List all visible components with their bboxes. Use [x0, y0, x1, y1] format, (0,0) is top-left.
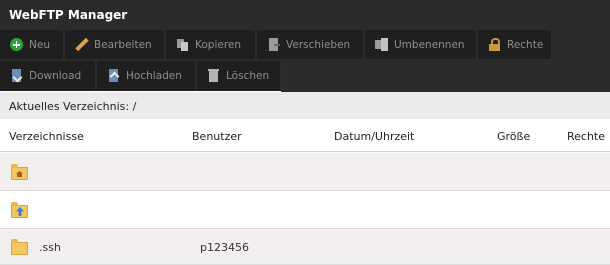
move-button-label: Verschieben — [286, 38, 351, 51]
download-button-label: Download — [29, 69, 82, 82]
new-button[interactable]: Neu — [0, 30, 64, 59]
table-row-home[interactable] — [0, 153, 610, 191]
copy-icon — [176, 38, 189, 51]
delete-button-label: Löschen — [226, 69, 270, 82]
pencil-icon — [75, 38, 88, 51]
folder-icon — [11, 239, 28, 255]
trash-icon — [207, 69, 220, 82]
table-row-ssh[interactable]: .ssh p123456 — [0, 229, 610, 265]
copy-button[interactable]: Kopieren — [166, 30, 256, 59]
toolbar-spacer — [552, 29, 610, 60]
column-header-size[interactable]: Größe — [497, 130, 530, 143]
app-title-bar: WebFTP Manager — [0, 0, 610, 29]
column-header-rights[interactable]: Rechte — [567, 130, 605, 143]
lock-icon — [488, 38, 501, 51]
download-button[interactable]: Download — [0, 61, 96, 90]
rights-button-label: Rechte — [507, 38, 544, 51]
plus-icon — [10, 38, 23, 51]
current-directory-label: Aktuelles Verzeichnis: / — [9, 100, 137, 113]
row-name[interactable]: .ssh — [39, 241, 61, 254]
table-header: Verzeichnisse Benutzer Datum/Uhrzeit Grö… — [0, 119, 610, 152]
home-folder-icon[interactable] — [11, 164, 28, 180]
move-icon — [267, 38, 280, 51]
parent-folder-icon[interactable] — [11, 202, 28, 218]
move-button[interactable]: Verschieben — [257, 30, 364, 59]
upload-icon — [107, 69, 120, 82]
current-directory-bar: Aktuelles Verzeichnis: / — [0, 92, 610, 119]
rights-button[interactable]: Rechte — [478, 30, 552, 59]
upload-button[interactable]: Hochladen — [97, 61, 196, 90]
toolbar-spacer-2 — [281, 60, 610, 92]
rename-icon — [375, 38, 388, 51]
table-row-parent[interactable] — [0, 191, 610, 229]
rename-button-label: Umbenennen — [394, 38, 465, 51]
download-icon — [10, 69, 23, 82]
new-button-label: Neu — [29, 38, 50, 51]
delete-button[interactable]: Löschen — [197, 61, 281, 90]
rename-button[interactable]: Umbenennen — [365, 30, 477, 59]
app-title: WebFTP Manager — [9, 8, 128, 22]
row-user: p123456 — [200, 241, 249, 254]
column-header-datetime[interactable]: Datum/Uhrzeit — [334, 130, 414, 143]
copy-button-label: Kopieren — [195, 38, 242, 51]
column-header-user[interactable]: Benutzer — [192, 130, 242, 143]
column-header-directories[interactable]: Verzeichnisse — [9, 130, 84, 143]
edit-button-label: Bearbeiten — [94, 38, 152, 51]
edit-button[interactable]: Bearbeiten — [65, 30, 165, 59]
upload-button-label: Hochladen — [126, 69, 182, 82]
